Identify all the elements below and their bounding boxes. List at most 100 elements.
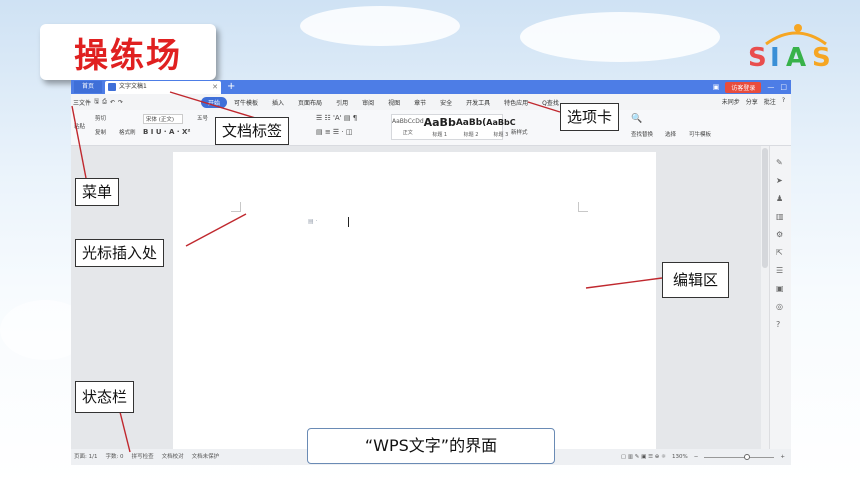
ribbon-toolbar: 粘贴 剪切 复制 格式刷 宋体 (正文) 五号 B I U · A · X² ☰… — [71, 110, 791, 146]
list-icon[interactable]: ☰ — [776, 266, 783, 275]
layout-icon[interactable]: ▣ — [713, 83, 720, 91]
svg-text:I: I — [770, 43, 780, 72]
paste-button[interactable]: 粘贴 — [74, 122, 85, 130]
cloud — [520, 12, 720, 62]
copy-button[interactable]: 复制 — [95, 128, 106, 136]
tab-insert[interactable]: 插入 — [265, 97, 291, 108]
document-tab[interactable]: 文字文稿1 ✕ — [105, 81, 221, 94]
quick-toolbar: 三文件 🖫 ⎙ ↶ ↷ — [73, 97, 123, 107]
redo-icon[interactable]: ↷ — [118, 99, 123, 106]
tool-icon[interactable]: ♟ — [776, 194, 783, 203]
slide-title: 操练场 — [40, 24, 216, 80]
new-style-button[interactable]: 新样式 — [511, 128, 528, 136]
page-margin-mark — [578, 202, 588, 212]
text-cursor — [348, 217, 349, 227]
right-sidebar: ✎ ➤ ♟ ▥ ⚙ ⇱ ☰ ▣ ◎ ? — [769, 146, 791, 449]
proofread[interactable]: 文档校对 — [162, 449, 184, 465]
tab-review[interactable]: 审阅 — [355, 97, 381, 108]
print-icon[interactable]: ⎙ — [102, 98, 107, 106]
tab-bar: 首页 文字文稿1 ✕ + ▣ 访客登录 — □ — [71, 80, 791, 94]
tab-start[interactable]: 开始 — [201, 97, 228, 108]
slide-caption: “WPS文字”的界面 — [307, 428, 555, 464]
view-mode-icons[interactable]: ▢ ▥ ✎ ▣ ☰ ⊕ ☼ — [621, 449, 666, 465]
cloud — [300, 6, 460, 46]
tab-view[interactable]: 视图 — [381, 97, 407, 108]
menu-right-tools: 未同步 分享 批注 ? — [722, 97, 785, 106]
callout-edit-area: 编辑区 — [662, 262, 730, 298]
target-icon[interactable]: ◎ — [776, 302, 783, 311]
share-button[interactable]: 分享 — [746, 97, 758, 106]
bold-italic-underline-icons[interactable]: B I U · A · X² — [143, 128, 190, 136]
sync-button[interactable]: 未同步 — [722, 97, 740, 106]
protect-status[interactable]: 文档未保护 — [192, 449, 220, 465]
font-size-select[interactable]: 五号 — [197, 114, 208, 122]
document-icon — [108, 83, 116, 91]
tab-developer[interactable]: 开发工具 — [459, 97, 497, 108]
save-icon[interactable]: 🖫 — [94, 97, 99, 107]
callout-cursor: 光标插入处 — [75, 239, 165, 267]
image-icon[interactable]: ▣ — [776, 284, 784, 293]
home-tab[interactable]: 首页 — [74, 81, 102, 93]
tab-layout[interactable]: 页面布局 — [291, 97, 329, 108]
page-margin-mark — [231, 202, 241, 212]
cursor-icon[interactable]: ➤ — [776, 176, 783, 185]
sias-logo: S I A S — [748, 24, 831, 72]
svg-text:A: A — [786, 43, 806, 72]
comment-button[interactable]: 批注 — [764, 97, 776, 106]
share-icon[interactable]: ⇱ — [776, 248, 783, 257]
format-painter-button[interactable]: 格式刷 — [119, 128, 136, 136]
spell-check[interactable]: 拼写检查 — [132, 449, 154, 465]
callout-menu: 菜单 — [75, 178, 120, 206]
tab-section[interactable]: 章节 — [407, 97, 433, 108]
tab-template[interactable]: 可牛模板 — [227, 97, 265, 108]
login-button[interactable]: 访客登录 — [725, 81, 762, 93]
svg-text:S: S — [812, 43, 831, 72]
help-button[interactable]: ? — [782, 97, 785, 106]
cut-button[interactable]: 剪切 — [95, 114, 106, 122]
paragraph-icon: ▤ · — [308, 218, 318, 225]
zoom-slider[interactable] — [704, 453, 775, 460]
chart-icon[interactable]: ▥ — [776, 212, 784, 221]
zoom-out-button[interactable]: − — [694, 449, 699, 465]
zoom-in-button[interactable]: + — [780, 449, 785, 465]
ribbon-tabs: 开始 可牛模板 插入 页面布局 引用 审阅 视图 章节 安全 开发工具 特色应用… — [201, 97, 566, 108]
find-icon[interactable]: 🔍 — [631, 114, 642, 124]
undo-icon[interactable]: ↶ — [110, 99, 115, 106]
maximize-icon[interactable]: □ — [780, 83, 787, 91]
page-count: 页面: 1/1 — [74, 454, 98, 460]
word-count[interactable]: 字数: 0 — [105, 449, 123, 465]
window-controls: ▣ 访客登录 — □ — [713, 81, 787, 93]
tab-security[interactable]: 安全 — [433, 97, 459, 108]
minimize-icon[interactable]: — — [767, 83, 774, 91]
style-heading2[interactable]: AaBb(标题 2 — [456, 115, 486, 139]
zoom-level[interactable]: 130% — [672, 449, 688, 465]
file-menu[interactable]: 三文件 — [73, 98, 91, 107]
style-normal[interactable]: AaBbCcDd 正文 — [392, 115, 424, 139]
alignment-icons[interactable]: ▤ ≡ ☰ · ◫ — [316, 128, 353, 136]
tab-reference[interactable]: 引用 — [329, 97, 355, 108]
callout-doc-tab: 文档标签 — [215, 117, 290, 145]
find-replace-button[interactable]: 查找替换 — [631, 130, 653, 138]
styles-gallery: AaBbCcDd 正文 AaBb 标题 1 AaBb(标题 2 AaBbC 标题 3 — [391, 114, 516, 140]
settings-icon[interactable]: ⚙ — [776, 230, 783, 239]
select-button[interactable]: 选择 — [665, 130, 676, 138]
scroll-thumb[interactable] — [762, 148, 768, 268]
style-heading1[interactable]: AaBb 标题 1 — [424, 115, 456, 139]
template-button[interactable]: 可牛模板 — [689, 130, 711, 138]
callout-status-bar: 状态栏 — [75, 381, 135, 413]
vertical-scrollbar[interactable] — [761, 146, 769, 449]
font-select[interactable]: 宋体 (正文) — [143, 114, 184, 124]
callout-ribbon-tabs: 选项卡 — [560, 103, 620, 131]
document-area: ▤ · — [71, 146, 761, 449]
help-icon[interactable]: ? — [776, 320, 780, 329]
new-tab-button[interactable]: + — [227, 80, 235, 93]
zoom-knob[interactable] — [744, 453, 751, 460]
status-left: 页面: 1/1 字数: 0 拼写检查 文档校对 文档未保护 — [74, 449, 219, 465]
tab-features[interactable]: 特色应用 — [497, 97, 535, 108]
paragraph-icons[interactable]: ☰ ☷ 'A' ▤ ¶ — [316, 114, 357, 122]
close-tab-icon[interactable]: ✕ — [212, 81, 218, 93]
document-page[interactable]: ▤ · — [173, 152, 656, 449]
pen-icon[interactable]: ✎ — [776, 158, 783, 167]
document-tab-label: 文字文稿1 — [119, 83, 147, 90]
svg-text:S: S — [748, 43, 767, 72]
